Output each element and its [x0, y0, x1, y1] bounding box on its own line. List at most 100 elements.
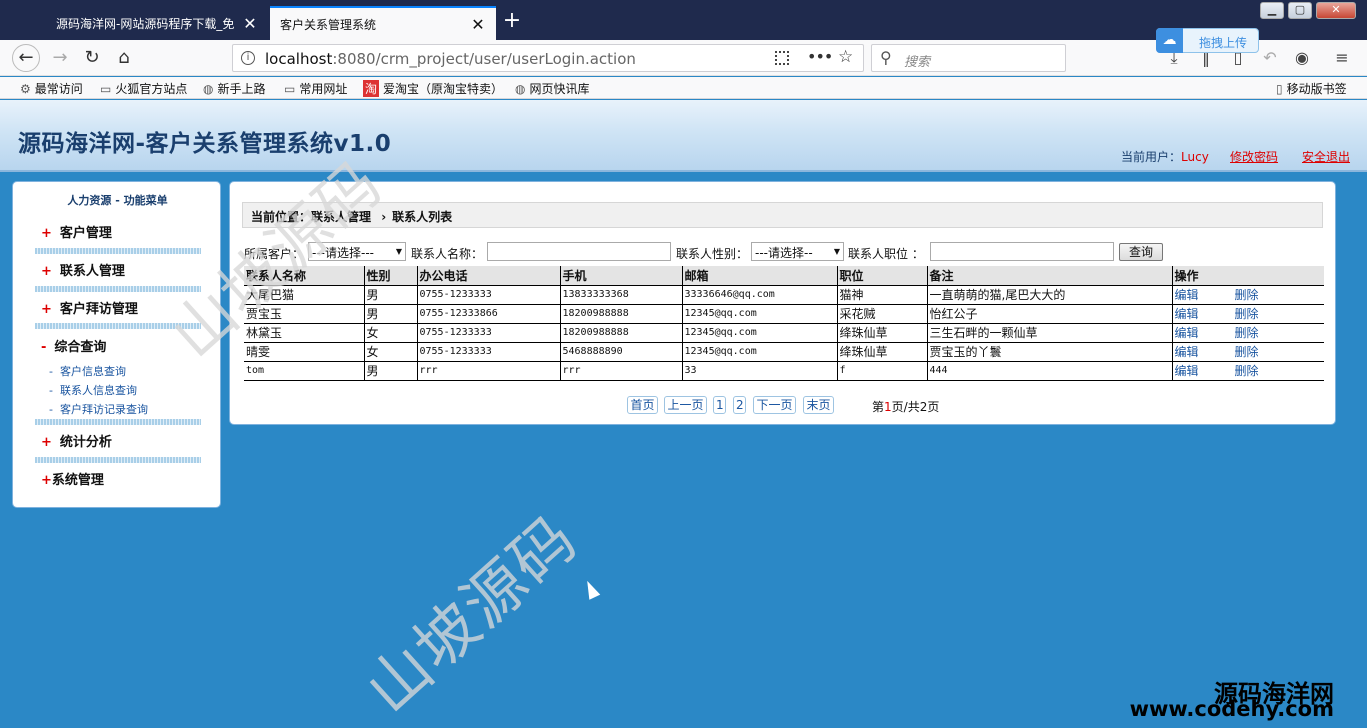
search-input[interactable]: ⚲ 搜索	[871, 44, 1066, 72]
search-icon: ⚲	[880, 48, 892, 67]
page-info-prefix: 第	[872, 400, 885, 414]
drag-upload-badge[interactable]: ☁ 拖拽上传	[1156, 28, 1259, 53]
sidebar-divider	[35, 248, 201, 254]
bookmark-web-slices[interactable]: ◍ 网页快讯库	[515, 80, 590, 97]
column-header: 操作	[1172, 266, 1324, 286]
first-page-button[interactable]: 首页	[627, 396, 658, 414]
info-icon[interactable]: i	[241, 51, 255, 65]
cell-email: 12345@qq.com	[682, 304, 838, 324]
edit-link[interactable]: 编辑	[1175, 362, 1235, 379]
breadcrumb-label: 当前位置：	[251, 210, 312, 224]
expand-icon: +	[41, 473, 52, 488]
bookmark-label: 最常访问	[34, 82, 83, 96]
tab-close-icon[interactable]: ✕	[470, 15, 486, 34]
sidebar-subitem-visit-query[interactable]: - 客户拜访记录查询	[49, 401, 148, 417]
bookmark-label: 网页快讯库	[529, 82, 590, 96]
current-user-name: Lucy	[1181, 150, 1209, 164]
bookmark-firefox-site[interactable]: ▭ 火狐官方站点	[100, 80, 187, 97]
sidebar-item-statistics[interactable]: + 统计分析	[41, 431, 112, 450]
column-header: 联系人名称	[244, 266, 365, 286]
forward-arrow-icon[interactable]: →	[46, 44, 74, 72]
current-user-label: 当前用户：Lucy	[1121, 148, 1209, 165]
menu-icon[interactable]: ≡	[1332, 48, 1352, 67]
edit-link[interactable]: 编辑	[1175, 324, 1235, 341]
gender-select[interactable]: ---请选择-- ▼	[751, 242, 844, 261]
logout-text[interactable]: 安全退出	[1302, 150, 1350, 164]
home-icon[interactable]: ⌂	[110, 44, 138, 72]
edit-link[interactable]: 编辑	[1175, 286, 1235, 303]
sidebar-divider	[35, 419, 201, 425]
bookmark-mobile[interactable]: ▯ 移动版书签	[1276, 80, 1347, 97]
more-dots-icon[interactable]: •••	[807, 47, 833, 66]
undo-icon[interactable]: ↶	[1260, 48, 1280, 67]
cell-gender: 男	[364, 361, 418, 381]
change-password-text[interactable]: 修改密码	[1230, 150, 1278, 164]
tab-close-icon[interactable]: ✕	[242, 14, 258, 33]
account-icon[interactable]: ◉	[1292, 48, 1312, 67]
delete-link[interactable]: 删除	[1235, 286, 1295, 303]
sidebar-item-label: 综合查询	[54, 340, 107, 355]
bookmark-star-icon[interactable]: ☆	[838, 47, 853, 67]
maximize-icon[interactable]: ▢	[1288, 2, 1312, 19]
sidebar-item-system-management[interactable]: +系统管理	[41, 469, 104, 488]
bookmark-label: 移动版书签	[1286, 82, 1347, 96]
change-password-link[interactable]: 修改密码	[1230, 148, 1278, 165]
contact-name-input[interactable]	[487, 242, 671, 261]
next-page-button[interactable]: 下一页	[753, 396, 796, 414]
sidebar-item-comprehensive-query[interactable]: - 综合查询	[41, 336, 106, 355]
expand-icon: +	[41, 226, 52, 241]
browser-tab-active[interactable]: 客户关系管理系统 ✕	[270, 6, 496, 40]
watermark-text: 山坡源码	[352, 501, 592, 727]
cell-email: 12345@qq.com	[682, 342, 838, 362]
edit-link[interactable]: 编辑	[1175, 305, 1235, 322]
last-page-button[interactable]: 末页	[803, 396, 834, 414]
sidebar-subitem-customer-query[interactable]: - 客户信息查询	[49, 363, 126, 379]
cell-note: 一直萌萌的猫,尾巴大大的	[927, 285, 1173, 305]
cell-position: 猫神	[837, 285, 928, 305]
bookmark-taobao[interactable]: 淘爱淘宝（原淘宝特卖）	[363, 80, 503, 97]
cell-gender: 女	[364, 323, 418, 343]
mouse-cursor-icon	[581, 578, 601, 600]
sidebar-item-customer-management[interactable]: + 客户管理	[41, 222, 112, 241]
table-row: 林黛玉 女 0755-1233333 18200988888 12345@qq.…	[244, 323, 1324, 343]
page-2-button[interactable]: 2	[733, 396, 746, 414]
delete-link[interactable]: 删除	[1235, 343, 1295, 360]
bookmark-most-visited[interactable]: ⚙ 最常访问	[20, 80, 83, 97]
breadcrumb: 当前位置：联系人管理 › 联系人列表	[242, 202, 1323, 228]
page-header: 源码海洋网-客户关系管理系统v1.0 当前用户：Lucy 修改密码 安全退出	[0, 100, 1367, 172]
back-arrow-icon[interactable]: ←	[12, 44, 40, 72]
column-header: 职位	[837, 266, 928, 286]
address-bar[interactable]: i localhost:8080/crm_project/user/userLo…	[232, 44, 864, 72]
cell-mobile: 5468888890	[560, 342, 683, 362]
sidebar-item-visit-management[interactable]: + 客户拜访管理	[41, 298, 138, 317]
gender-filter-label: 联系人性别：	[676, 247, 749, 261]
expand-icon: +	[41, 302, 52, 317]
bookmark-getting-started[interactable]: ◍ 新手上路	[203, 80, 266, 97]
minimize-icon[interactable]: ▁	[1260, 2, 1284, 19]
contact-position-input[interactable]	[930, 242, 1114, 261]
upload-label: 拖拽上传	[1199, 36, 1248, 50]
bookmark-common-sites[interactable]: ▭ 常用网址	[284, 80, 347, 97]
delete-link[interactable]: 删除	[1235, 324, 1295, 341]
browser-tab-inactive[interactable]: 源码海洋网-网站源码程序下载_免 ✕	[46, 6, 268, 40]
sidebar-subitem-label: 客户拜访记录查询	[59, 403, 148, 416]
contact-table: 联系人名称 性别 办公电话 手机 邮箱 职位 备注 操作 大尾巴猫 男 0755…	[244, 266, 1324, 381]
new-tab-plus-icon[interactable]: +	[500, 8, 524, 33]
delete-link[interactable]: 删除	[1235, 362, 1295, 379]
reload-icon[interactable]: ↻	[78, 44, 106, 72]
query-button[interactable]: 查询	[1119, 243, 1163, 261]
sidebar-subitem-contact-query[interactable]: - 联系人信息查询	[49, 382, 137, 398]
customer-select[interactable]: ---请选择--- ▼	[308, 242, 406, 261]
page-1-button[interactable]: 1	[713, 396, 726, 414]
sidebar-item-contact-management[interactable]: + 联系人管理	[41, 260, 125, 279]
logout-link[interactable]: 安全退出	[1302, 148, 1350, 165]
cell-name: 林黛玉	[244, 323, 365, 343]
window-close-icon[interactable]: ✕	[1316, 2, 1356, 19]
qr-code-icon[interactable]	[775, 51, 789, 65]
tab-title: 客户关系管理系统	[280, 17, 377, 32]
delete-link[interactable]: 删除	[1235, 305, 1295, 322]
edit-link[interactable]: 编辑	[1175, 343, 1235, 360]
prev-page-button[interactable]: 上一页	[664, 396, 707, 414]
sidebar-title: 人力资源 - 功能菜单	[67, 194, 168, 207]
cell-gender: 男	[364, 304, 418, 324]
